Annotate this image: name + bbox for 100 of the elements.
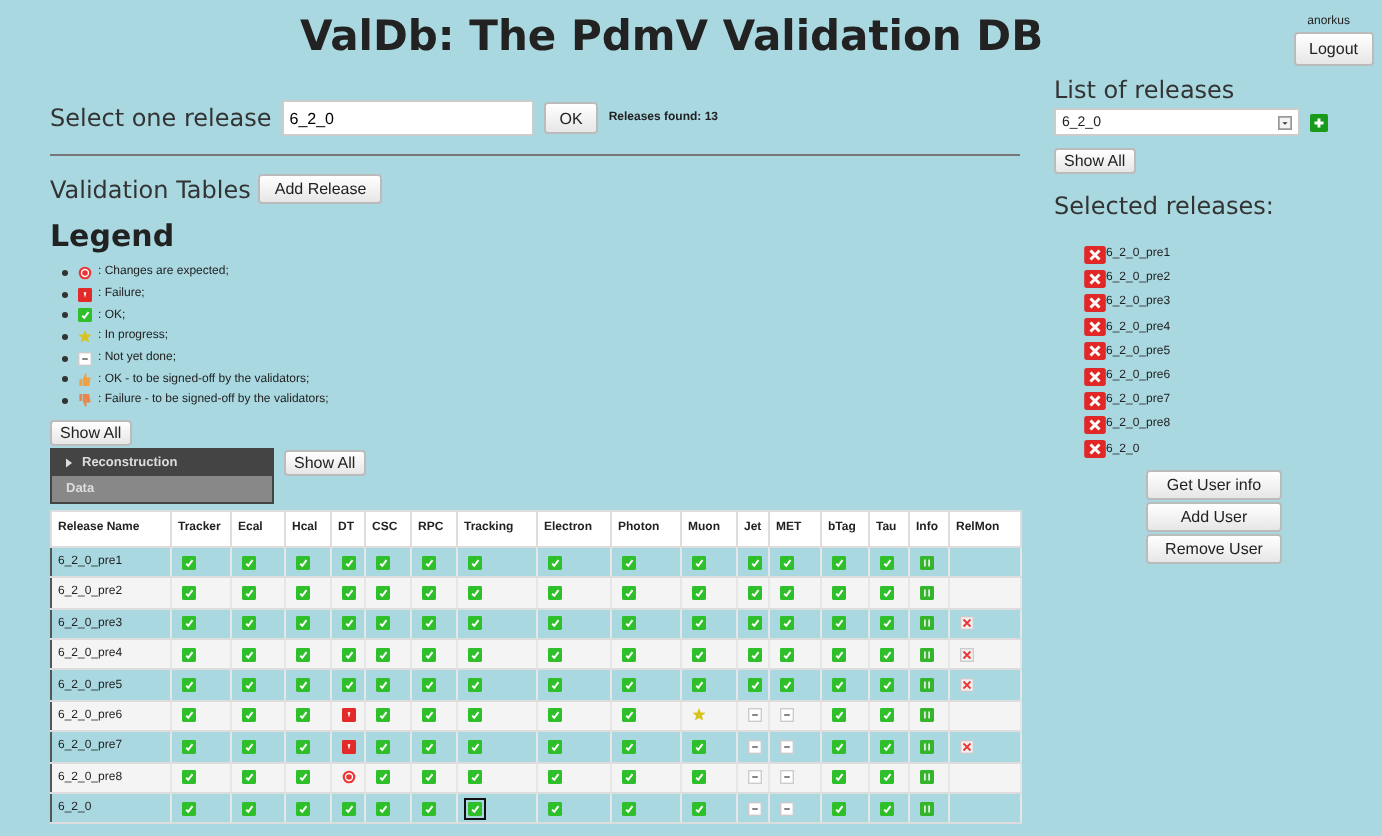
check-icon[interactable] xyxy=(748,585,762,600)
add-release-button[interactable]: Add Release xyxy=(258,174,383,204)
info-icon[interactable] xyxy=(920,616,934,631)
check-icon[interactable] xyxy=(296,770,310,785)
remove-icon[interactable] xyxy=(1084,245,1106,264)
check-icon[interactable] xyxy=(422,770,436,785)
check-icon[interactable] xyxy=(422,647,436,662)
check-icon[interactable] xyxy=(692,647,706,662)
check-icon[interactable] xyxy=(832,647,846,662)
check-icon[interactable] xyxy=(296,555,310,569)
check-icon[interactable] xyxy=(622,801,636,816)
check-icon[interactable] xyxy=(692,616,706,631)
check-icon[interactable] xyxy=(468,616,482,631)
info-icon[interactable] xyxy=(920,647,934,662)
check-icon[interactable] xyxy=(296,739,310,754)
release-input[interactable]: 6_2_0 xyxy=(281,100,534,136)
check-icon[interactable] xyxy=(422,678,436,693)
check-icon[interactable] xyxy=(242,770,256,785)
check-icon[interactable] xyxy=(880,647,894,662)
check-icon[interactable] xyxy=(422,585,436,600)
check-icon[interactable] xyxy=(832,585,846,600)
check-icon[interactable] xyxy=(296,616,310,631)
failure-icon[interactable] xyxy=(342,739,356,754)
check-icon[interactable] xyxy=(242,739,256,754)
dash-icon[interactable] xyxy=(780,708,794,723)
check-icon[interactable] xyxy=(692,770,706,785)
check-icon[interactable] xyxy=(880,678,894,693)
check-icon[interactable] xyxy=(880,616,894,631)
check-icon[interactable] xyxy=(832,678,846,693)
check-icon[interactable] xyxy=(548,616,562,631)
check-icon[interactable] xyxy=(342,647,356,662)
check-icon[interactable] xyxy=(622,739,636,754)
check-icon[interactable] xyxy=(376,585,390,600)
check-icon[interactable] xyxy=(880,770,894,785)
check-icon[interactable] xyxy=(548,708,562,723)
check-icon[interactable] xyxy=(296,678,310,693)
check-icon[interactable] xyxy=(748,678,762,693)
info-icon[interactable] xyxy=(920,801,934,816)
check-icon[interactable] xyxy=(748,555,762,569)
info-icon[interactable] xyxy=(920,678,934,693)
check-icon[interactable] xyxy=(342,616,356,631)
user-button[interactable]: Remove User xyxy=(1146,533,1282,564)
check-icon[interactable] xyxy=(342,555,356,569)
check-icon[interactable] xyxy=(342,801,356,816)
check-icon[interactable] xyxy=(548,555,562,569)
check-icon[interactable] xyxy=(780,616,794,631)
check-icon[interactable] xyxy=(468,555,482,569)
check-icon[interactable] xyxy=(622,555,636,569)
check-icon[interactable] xyxy=(468,585,482,600)
check-icon[interactable] xyxy=(622,708,636,723)
check-icon[interactable] xyxy=(548,678,562,693)
check-icon[interactable] xyxy=(182,739,196,754)
cross-icon[interactable] xyxy=(960,678,974,693)
check-icon[interactable] xyxy=(780,678,794,693)
check-icon[interactable] xyxy=(880,708,894,723)
check-icon[interactable] xyxy=(548,739,562,754)
dash-icon[interactable] xyxy=(748,739,762,754)
dash-icon[interactable] xyxy=(780,770,794,785)
ok-button[interactable]: OK xyxy=(543,102,599,134)
target-icon[interactable] xyxy=(342,770,356,785)
check-icon[interactable] xyxy=(622,616,636,631)
check-icon[interactable] xyxy=(182,585,196,600)
check-icon[interactable] xyxy=(692,801,706,816)
check-icon[interactable] xyxy=(548,585,562,600)
check-icon[interactable] xyxy=(692,739,706,754)
check-icon[interactable] xyxy=(880,555,894,569)
check-icon[interactable] xyxy=(692,585,706,600)
check-icon[interactable] xyxy=(832,616,846,631)
info-icon[interactable] xyxy=(920,555,934,569)
check-icon[interactable] xyxy=(376,678,390,693)
remove-icon[interactable] xyxy=(1084,367,1106,386)
check-icon[interactable] xyxy=(880,585,894,600)
cross-icon[interactable] xyxy=(960,647,974,662)
check-icon[interactable] xyxy=(832,770,846,785)
check-icon[interactable] xyxy=(376,770,390,785)
info-icon[interactable] xyxy=(920,739,934,754)
logout-button[interactable]: Logout xyxy=(1293,32,1374,66)
check-icon[interactable] xyxy=(548,647,562,662)
cross-icon[interactable] xyxy=(960,616,974,631)
check-icon[interactable] xyxy=(296,647,310,662)
check-icon[interactable] xyxy=(622,678,636,693)
check-icon[interactable] xyxy=(182,678,196,693)
check-icon[interactable] xyxy=(880,801,894,816)
check-icon[interactable] xyxy=(548,801,562,816)
check-icon[interactable] xyxy=(242,585,256,600)
failure-icon[interactable] xyxy=(342,708,356,723)
check-icon[interactable] xyxy=(376,555,390,569)
check-icon[interactable] xyxy=(748,616,762,631)
check-icon[interactable] xyxy=(242,678,256,693)
cross-icon[interactable] xyxy=(960,739,974,754)
check-icon[interactable] xyxy=(468,708,482,723)
check-icon[interactable] xyxy=(242,555,256,569)
check-icon[interactable] xyxy=(342,678,356,693)
remove-icon[interactable] xyxy=(1084,318,1106,337)
check-icon[interactable] xyxy=(342,585,356,600)
dash-icon[interactable] xyxy=(780,801,794,816)
check-icon[interactable] xyxy=(182,770,196,785)
remove-icon[interactable] xyxy=(1084,415,1106,434)
dash-icon[interactable] xyxy=(748,801,762,816)
check-icon[interactable] xyxy=(832,555,846,569)
